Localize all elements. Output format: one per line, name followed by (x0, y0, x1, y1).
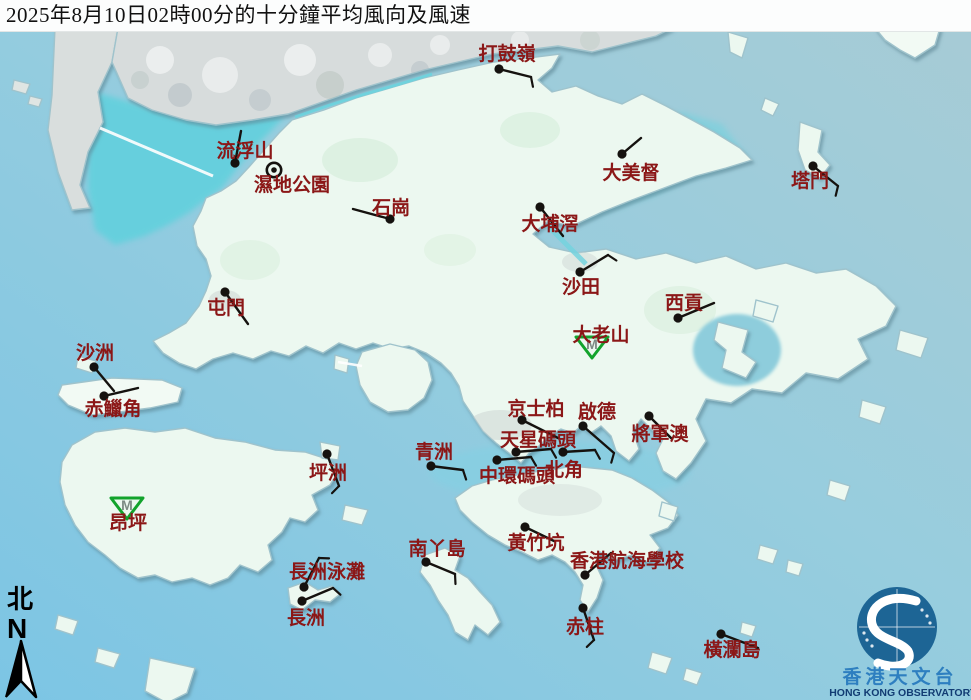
station-label: 將軍澳 (631, 422, 689, 445)
station-label: 赤鱲角 (84, 397, 141, 420)
station-dot (520, 522, 529, 531)
title-bar: 2025年8月10日02時00分的十分鐘平均風向及風速 (0, 0, 971, 32)
station-label: 塔門 (791, 169, 829, 192)
station-label: 赤柱 (566, 615, 604, 638)
station-label: 打鼓嶺 (478, 42, 535, 65)
station-label: 西貢 (665, 292, 703, 314)
logo-english-name: HONG KONG OBSERVATORY (829, 687, 971, 699)
station-dot (558, 447, 567, 456)
station-label: 青洲 (415, 441, 453, 463)
page-title: 2025年8月10日02時00分的十分鐘平均風向及風速 (0, 0, 971, 30)
station-dot (535, 202, 544, 211)
station-label: 長洲 (287, 607, 325, 629)
station-label: 流浮山 (216, 139, 273, 162)
wind-map-page: 打鼓嶺流浮山濕地公園石崗 大美督 塔門大埔滘沙田西貢 屯門沙洲赤鱲角 M 大老山京士柏啟德… (0, 0, 971, 700)
station-label: 坪洲 (309, 462, 347, 484)
station-dot (299, 582, 308, 591)
station-label: 南丫島 (408, 537, 465, 560)
station-label: 北角 (545, 458, 583, 481)
station-dot (492, 455, 501, 464)
station-dot (322, 449, 331, 458)
station-label: 沙田 (562, 276, 600, 298)
north-letter-label: N (7, 613, 27, 644)
station-昂坪: M昂坪 (109, 497, 147, 534)
station-label: 屯門 (207, 296, 245, 319)
station-dot (716, 629, 725, 638)
hong-kong-wind-map: 打鼓嶺流浮山濕地公園石崗 大美督 塔門大埔滘沙田西貢 屯門沙洲赤鱲角 M 大老山京士柏啟德… (0, 0, 971, 700)
station-dot (575, 267, 584, 276)
station-label: 京士柏 (507, 397, 564, 420)
station-label: 石崗 (371, 196, 410, 219)
calm-symbol-dot (271, 167, 277, 173)
station-label: 天星碼頭 (500, 429, 577, 451)
logo-chinese-name: 香港天文台 (841, 665, 957, 688)
station-dot (220, 287, 229, 296)
hong-kong-island-texture (518, 484, 602, 516)
station-label: 昂坪 (109, 512, 147, 534)
station-label: 黃竹坑 (507, 531, 564, 554)
station-dot (673, 313, 682, 322)
station-dot (297, 596, 306, 605)
station-label: 啟德 (578, 400, 616, 423)
station-dot (578, 603, 587, 612)
station-label: 大埔滘 (521, 212, 578, 235)
station-label: 大老山 (572, 323, 629, 346)
station-label: 沙洲 (76, 342, 114, 364)
station-label: 香港航海學校 (569, 549, 685, 572)
station-label: 橫瀾島 (703, 638, 760, 661)
station-label: 長洲泳灘 (289, 560, 365, 583)
station-dot (644, 411, 653, 420)
station-label: 濕地公園 (254, 173, 330, 196)
station-dot (494, 64, 503, 73)
station-dot (617, 149, 626, 158)
station-dot (808, 161, 817, 170)
north-chinese-label: 北 (7, 584, 33, 614)
station-label: 大美督 (602, 161, 659, 184)
missing-data-letter: M (121, 497, 133, 513)
